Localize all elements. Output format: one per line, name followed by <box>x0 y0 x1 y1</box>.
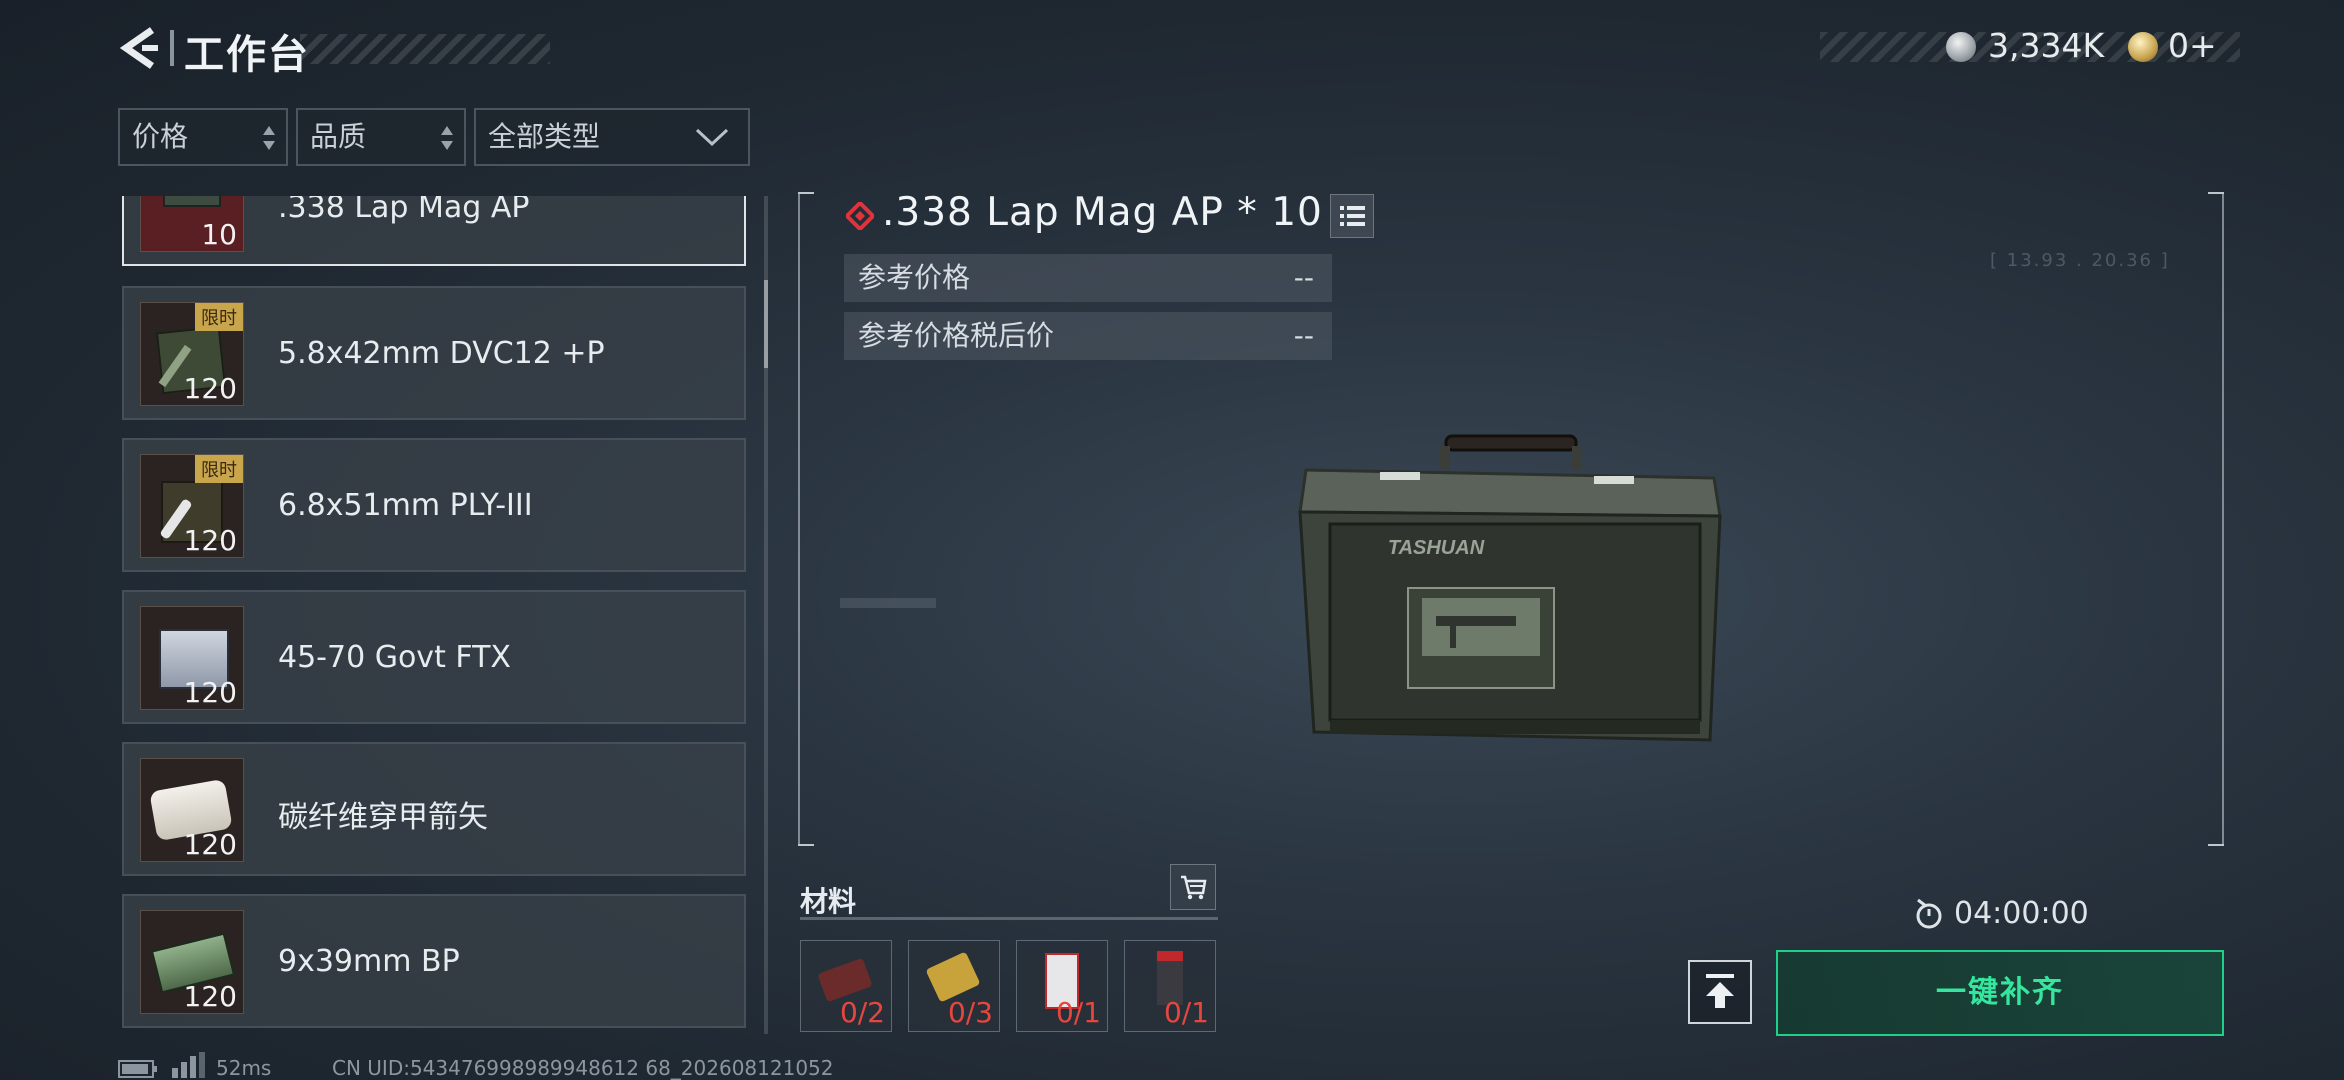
ammo-box-image: TASHUAN <box>1298 434 1722 742</box>
craft-timer: 04:00:00 <box>1954 896 2089 931</box>
sort-arrows-icon <box>441 126 453 150</box>
buy-materials-button[interactable] <box>1170 864 1216 910</box>
item-name: 9x39mm BP <box>278 944 460 979</box>
quality-sort-label: 品质 <box>310 120 367 153</box>
quality-sort-dropdown[interactable]: 品质 <box>296 108 466 166</box>
item-quantity: 120 <box>183 676 237 709</box>
ref-price-tax-value: -- <box>1293 319 1314 352</box>
detail-frame-corner <box>798 844 814 846</box>
list-icon <box>1340 206 1365 226</box>
item-quantity: 120 <box>183 980 237 1013</box>
price-sort-dropdown[interactable]: 价格 <box>118 108 288 166</box>
signal-icon <box>172 1052 205 1078</box>
item-quantity: 120 <box>183 524 237 557</box>
material-count: 0/1 <box>1055 996 1101 1029</box>
ref-price-label: 参考价格 <box>858 261 971 294</box>
auto-fill-button[interactable]: 一键补齐 <box>1776 950 2224 1036</box>
list-item[interactable]: 限时 120 5.8x42mm DVC12 +P <box>122 286 746 420</box>
item-list[interactable]: 10 .338 Lap Mag AP 限时 120 5.8x42mm DVC12… <box>118 196 750 1034</box>
item-quantity: 120 <box>183 372 237 405</box>
arrow-up-icon <box>1706 974 1734 1008</box>
detail-frame-corner <box>2208 192 2224 194</box>
list-item[interactable]: 120 45-70 Govt FTX <box>122 590 746 724</box>
material-slot[interactable]: 0/1 <box>1124 940 1216 1032</box>
price-sort-label: 价格 <box>132 120 189 153</box>
detail-frame-corner <box>2208 844 2224 846</box>
currency1-coin-icon <box>1946 32 1976 66</box>
currency2-amount[interactable]: 0+ <box>2168 26 2217 65</box>
ref-price-tax-row: 参考价格税后价 -- <box>844 312 1332 360</box>
detail-frame-right <box>2222 192 2224 846</box>
list-item[interactable]: 120 9x39mm BP <box>122 894 746 1028</box>
item-quantity: 10 <box>201 218 237 251</box>
page-title: 工作台 <box>184 32 310 78</box>
material-slot[interactable]: 0/1 <box>1016 940 1108 1032</box>
list-item[interactable]: 10 .338 Lap Mag AP <box>122 196 746 266</box>
item-name: .338 Lap Mag AP <box>278 196 530 225</box>
uid-text: CN UID:543476998989948612 68_20260812105… <box>332 1056 834 1080</box>
rarity-diamond-icon <box>846 202 874 230</box>
material-count: 0/1 <box>1163 996 1209 1029</box>
ref-price-tax-label: 参考价格税后价 <box>858 319 1055 352</box>
material-count: 0/2 <box>839 996 885 1029</box>
title-divider <box>170 30 174 66</box>
item-name: 5.8x42mm DVC12 +P <box>278 336 605 371</box>
item-name: 6.8x51mm PLY-III <box>278 488 533 523</box>
currency1-amount: 3,334K <box>1988 26 2105 65</box>
upload-button[interactable] <box>1688 960 1752 1024</box>
material-slot[interactable]: 0/2 <box>800 940 892 1032</box>
list-scrollbar-thumb[interactable] <box>764 280 768 368</box>
currency2-coin-icon <box>2128 32 2158 66</box>
detail-frame-left <box>798 192 800 846</box>
list-item[interactable]: 120 碳纤维穿甲箭矢 <box>122 742 746 876</box>
chevron-down-icon <box>695 128 729 147</box>
type-filter-label: 全部类型 <box>488 120 601 153</box>
item-thumbnail: 限时 120 <box>140 454 244 558</box>
item-thumbnail: 120 <box>140 758 244 862</box>
item-thumbnail: 10 <box>140 196 244 252</box>
ref-price-value: -- <box>1293 261 1314 294</box>
battery-icon <box>118 1060 157 1078</box>
title-stripes <box>300 34 550 64</box>
limited-badge: 限时 <box>195 455 243 483</box>
materials-divider <box>800 917 1218 920</box>
background-deco <box>840 598 936 608</box>
type-filter-dropdown[interactable]: 全部类型 <box>474 108 750 166</box>
material-count: 0/3 <box>947 996 993 1029</box>
craft-time-icon <box>1916 898 1942 929</box>
item-detail-title: .338 Lap Mag AP * 10 <box>882 190 1323 235</box>
material-slot[interactable]: 0/3 <box>908 940 1000 1032</box>
limited-badge: 限时 <box>195 303 243 331</box>
sort-arrows-icon <box>263 126 275 150</box>
item-name: 碳纤维穿甲箭矢 <box>278 800 488 835</box>
cart-icon <box>1181 875 1207 900</box>
ref-price-row: 参考价格 -- <box>844 254 1332 302</box>
ping-text: 52ms <box>216 1056 272 1080</box>
list-item[interactable]: 限时 120 6.8x51mm PLY-III <box>122 438 746 572</box>
item-info-button[interactable] <box>1330 194 1374 238</box>
detail-frame-corner <box>798 192 814 194</box>
materials-label: 材料 <box>800 885 857 918</box>
item-quantity: 120 <box>183 828 237 861</box>
box-brand-text: TASHUAN <box>1388 537 1485 559</box>
item-thumbnail: 限时 120 <box>140 302 244 406</box>
item-thumbnail: 120 <box>140 606 244 710</box>
back-arrow-icon[interactable] <box>118 26 160 70</box>
item-name: 45-70 Govt FTX <box>278 640 511 675</box>
background-coords: [ 13.93 . 20.36 ] <box>1990 250 2170 271</box>
item-thumbnail: 120 <box>140 910 244 1014</box>
